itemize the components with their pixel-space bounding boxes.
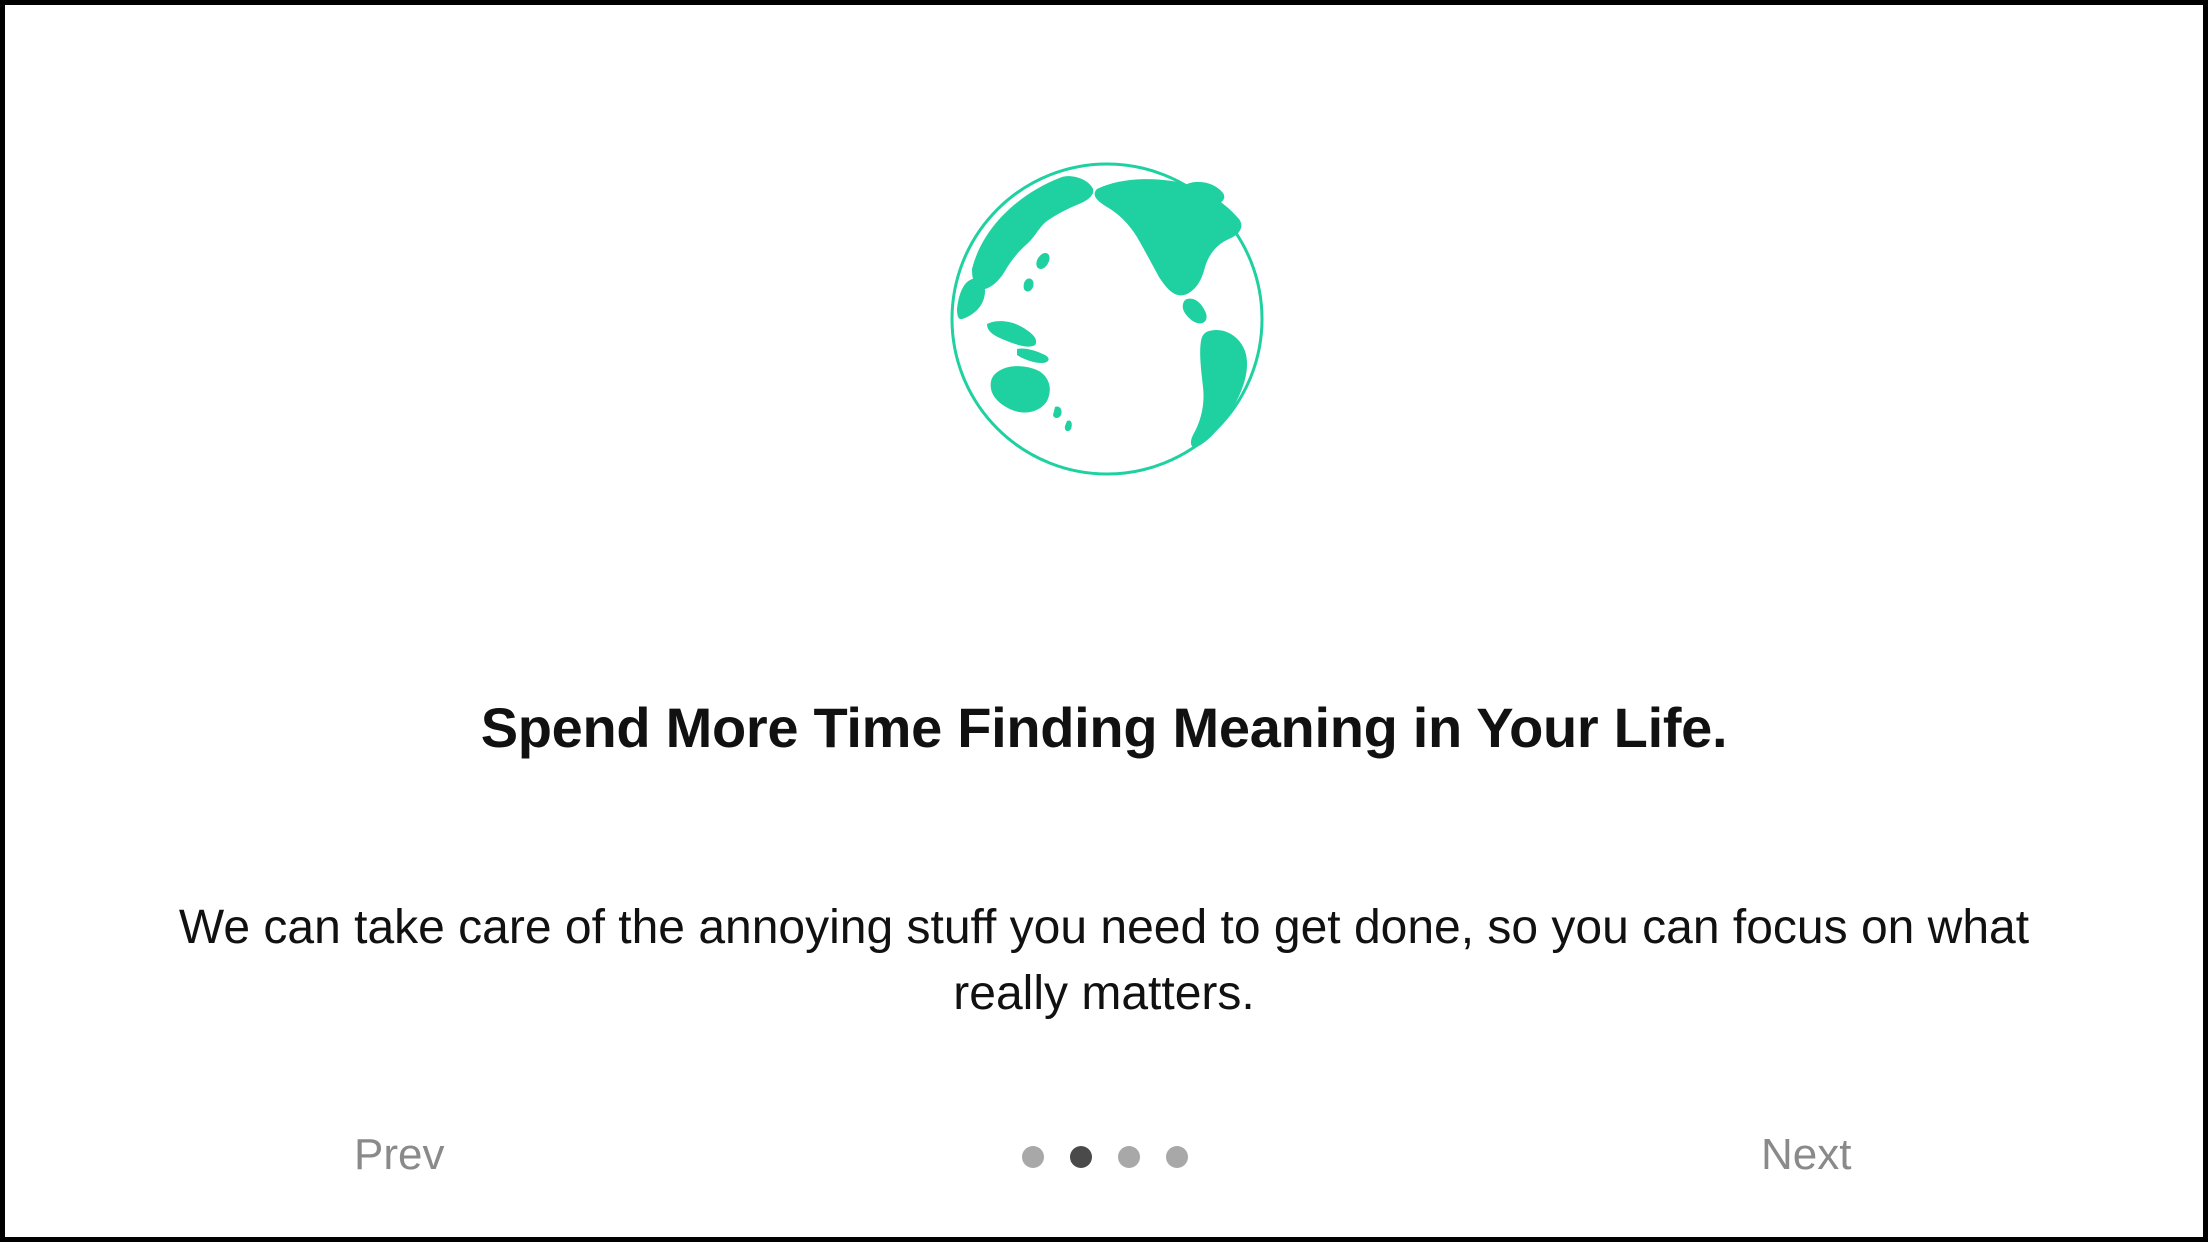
onboarding-headline: Spend More Time Finding Meaning in Your … <box>480 696 1728 759</box>
next-button[interactable]: Next <box>1761 1130 1851 1180</box>
page-dot-1[interactable] <box>1022 1146 1044 1168</box>
onboarding-description: We can take care of the annoying stuff y… <box>178 901 2030 1020</box>
prev-button[interactable]: Prev <box>354 1130 444 1180</box>
page-dot-2-active[interactable] <box>1070 1146 1092 1168</box>
globe-icon <box>947 159 1267 479</box>
page-indicator <box>1022 1146 1188 1168</box>
page-dot-4[interactable] <box>1166 1146 1188 1168</box>
page-dot-3[interactable] <box>1118 1146 1140 1168</box>
onboarding-screen: Spend More Time Finding Meaning in Your … <box>5 5 2203 1237</box>
